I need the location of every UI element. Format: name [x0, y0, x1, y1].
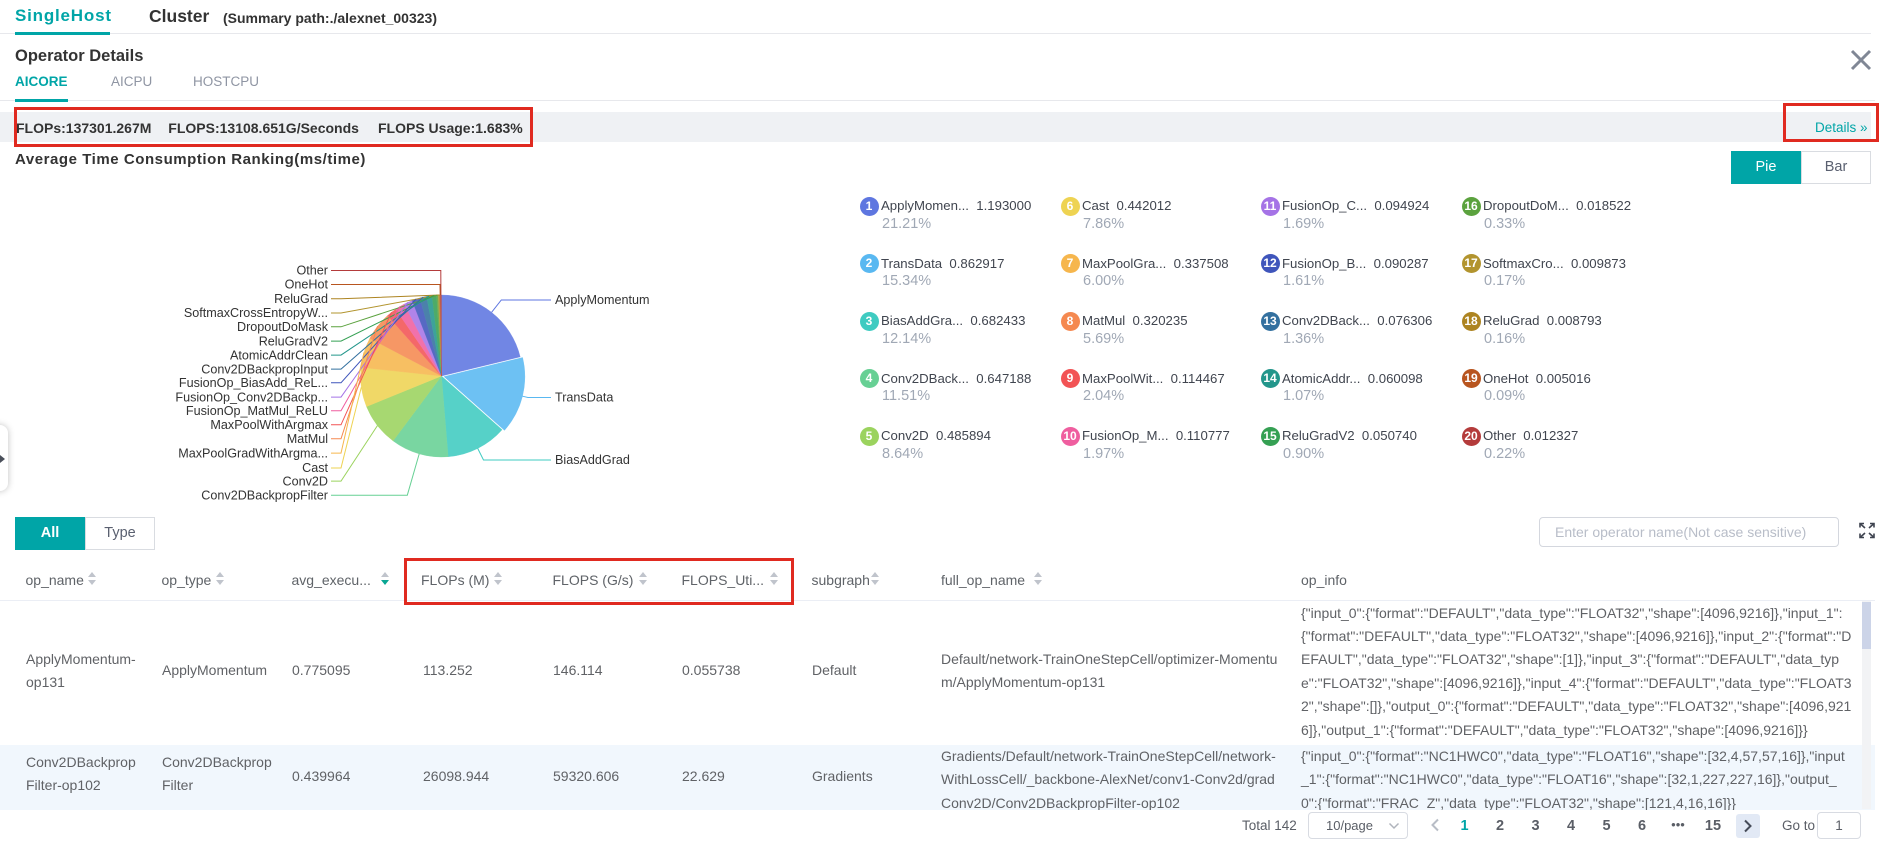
svg-text:OneHot: OneHot	[285, 278, 329, 292]
svg-text:Conv2DBackpropInput: Conv2DBackpropInput	[201, 362, 328, 376]
svg-text:FusionOp_Conv2DBackp...: FusionOp_Conv2DBackp...	[175, 390, 328, 404]
svg-text:FusionOp_BiasAdd_ReL...: FusionOp_BiasAdd_ReL...	[179, 376, 328, 390]
svg-text:SoftmaxCrossEntropyW...: SoftmaxCrossEntropyW...	[184, 306, 328, 320]
svg-text:ApplyMomentum: ApplyMomentum	[555, 293, 650, 307]
svg-text:Cast: Cast	[302, 461, 328, 475]
svg-text:ReluGrad: ReluGrad	[274, 292, 328, 306]
svg-text:Other: Other	[297, 264, 329, 278]
svg-text:MaxPoolWithArgmax: MaxPoolWithArgmax	[210, 418, 328, 432]
svg-text:DropoutDoMask: DropoutDoMask	[237, 320, 329, 334]
svg-text:MaxPoolGradWithArgma...: MaxPoolGradWithArgma...	[178, 446, 328, 460]
svg-text:Conv2D: Conv2D	[283, 474, 329, 488]
svg-text:MatMul: MatMul	[287, 432, 328, 446]
svg-text:FusionOp_MatMul_ReLU: FusionOp_MatMul_ReLU	[186, 404, 328, 418]
svg-text:Conv2DBackpropFilter: Conv2DBackpropFilter	[201, 488, 328, 502]
svg-text:AtomicAddrClean: AtomicAddrClean	[230, 348, 328, 362]
svg-text:ReluGradV2: ReluGradV2	[259, 334, 328, 348]
svg-text:BiasAddGrad: BiasAddGrad	[555, 453, 630, 467]
svg-text:TransData: TransData	[555, 391, 613, 405]
